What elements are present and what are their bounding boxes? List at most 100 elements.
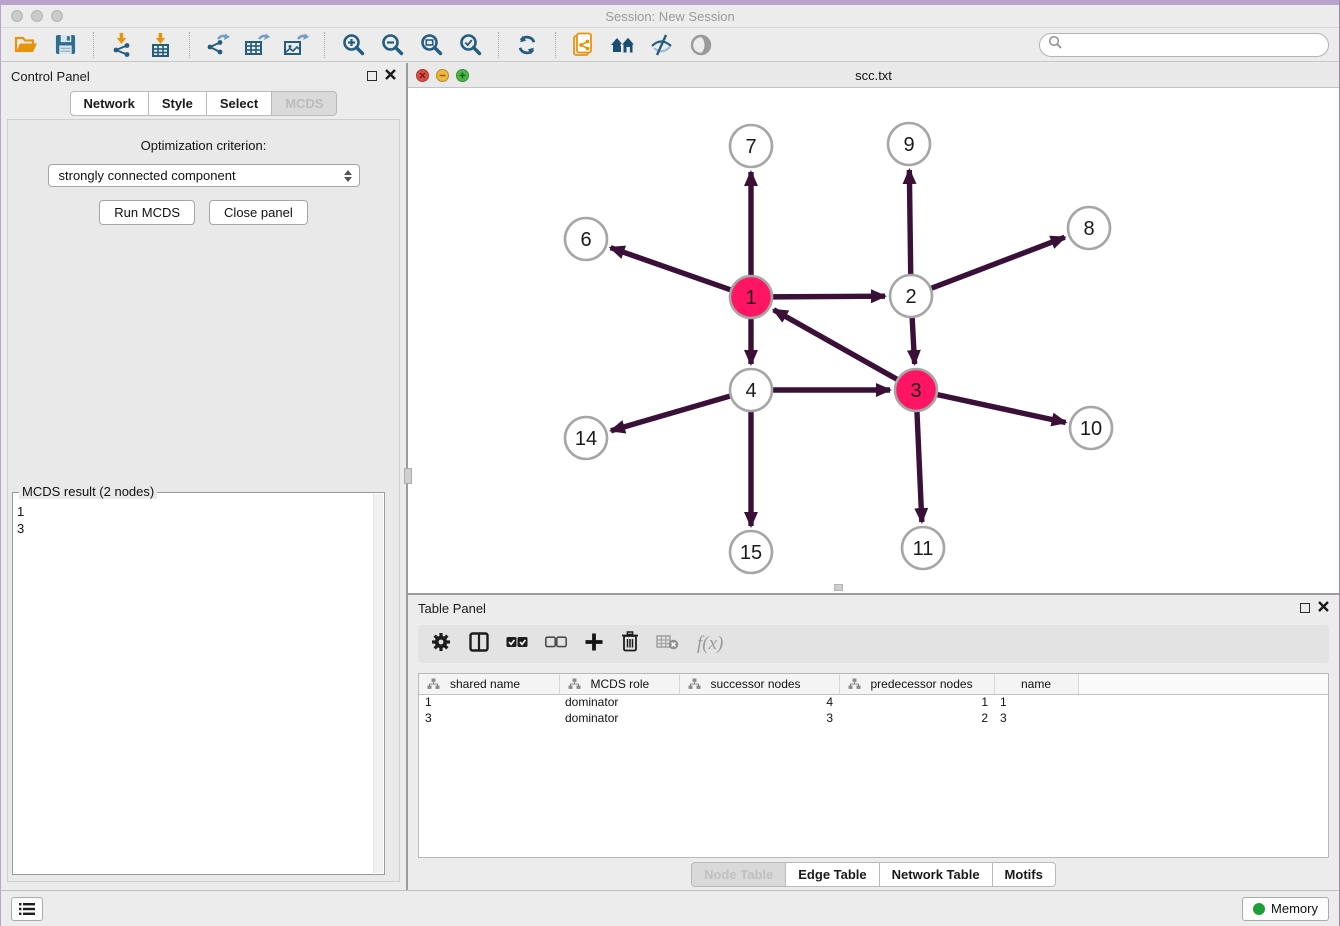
svg-text:10: 10: [1080, 418, 1102, 440]
svg-text:8: 8: [1083, 218, 1094, 240]
tab-edge-table[interactable]: Edge Table: [785, 862, 879, 887]
gear-icon[interactable]: [430, 631, 452, 658]
columns-icon[interactable]: [469, 632, 489, 657]
network-view-window: scc.txt 7968124314101511: [408, 63, 1339, 595]
delete-table-icon: [656, 633, 680, 656]
control-panel-header: Control Panel: [1, 63, 406, 89]
float-panel-icon[interactable]: [367, 71, 377, 81]
column-header-successor-nodes[interactable]: successor nodes: [679, 674, 839, 694]
float-panel-icon[interactable]: [1300, 603, 1310, 613]
close-panel-icon[interactable]: [1318, 599, 1329, 617]
graph-node-1: 1: [730, 276, 772, 318]
splitter-handle[interactable]: [404, 468, 412, 484]
tab-motifs[interactable]: Motifs: [992, 862, 1056, 887]
network-graph: 7968124314101511: [408, 88, 1338, 593]
network-canvas[interactable]: 7968124314101511: [408, 88, 1339, 593]
export-table-icon[interactable]: [242, 31, 272, 59]
table-panel-header: Table Panel: [408, 595, 1339, 621]
mcds-panel: Optimization criterion: strongly connect…: [7, 119, 400, 882]
svg-text:7: 7: [745, 136, 756, 158]
import-table-icon[interactable]: [146, 31, 176, 59]
search-field[interactable]: [1039, 33, 1329, 57]
import-network-icon[interactable]: [107, 31, 137, 59]
export-network-icon[interactable]: [203, 31, 233, 59]
svg-text:9: 9: [903, 134, 914, 156]
houses-icon[interactable]: [608, 31, 638, 59]
open-folder-icon[interactable]: [11, 31, 41, 59]
main-toolbar: [1, 28, 1339, 62]
column-header-predecessor-nodes[interactable]: predecessor nodes: [839, 674, 994, 694]
export-image-icon[interactable]: [281, 31, 311, 59]
svg-text:15: 15: [740, 542, 762, 564]
refresh-icon[interactable]: [512, 31, 542, 59]
zoom-fit-content-icon[interactable]: [416, 31, 446, 59]
zoom-selected-icon[interactable]: [455, 31, 485, 59]
column-header-name[interactable]: name: [994, 674, 1078, 694]
svg-text:3: 3: [910, 380, 921, 402]
svg-text:2: 2: [905, 286, 916, 308]
tab-select[interactable]: Select: [206, 91, 272, 116]
task-history-button[interactable]: [11, 897, 43, 921]
zoom-out-icon[interactable]: [377, 31, 407, 59]
deselect-all-checkboxes-icon[interactable]: [545, 635, 567, 653]
mcds-result-text[interactable]: 1 3: [17, 503, 372, 872]
svg-text:1: 1: [745, 287, 756, 309]
dropdown-value: strongly connected component: [59, 168, 236, 183]
memory-label: Memory: [1271, 901, 1318, 916]
toolbar-separator: [189, 32, 190, 58]
table-body: 1dominator4113dominator323: [419, 694, 1328, 726]
graph-node-11: 11: [902, 527, 944, 569]
window-title: Session: New Session: [1, 9, 1339, 24]
application-window: Session: New Session Control: [0, 0, 1340, 926]
toolbar-separator: [498, 32, 499, 58]
add-icon[interactable]: [584, 632, 604, 657]
select-all-checkboxes-icon[interactable]: [506, 635, 528, 653]
result-scrollbar[interactable]: [373, 494, 383, 873]
table-toolbar: f(x): [418, 625, 1329, 663]
graph-node-4: 4: [730, 369, 772, 411]
table-row[interactable]: 3dominator323: [419, 710, 1328, 726]
control-panel: Control Panel Network Style Select MCDS …: [1, 63, 408, 890]
graph-node-15: 15: [730, 531, 772, 573]
trash-icon[interactable]: [621, 631, 639, 657]
svg-text:4: 4: [745, 380, 756, 402]
table-panel-title: Table Panel: [418, 601, 486, 616]
mcds-result-title: MCDS result (2 nodes): [19, 484, 157, 499]
optimization-criterion-select[interactable]: strongly connected component: [48, 164, 360, 187]
function-fx-icon: f(x): [697, 633, 723, 655]
tab-node-table[interactable]: Node Table: [691, 862, 786, 887]
toolbar-separator: [324, 32, 325, 58]
tab-network-table[interactable]: Network Table: [879, 862, 993, 887]
svg-text:11: 11: [913, 538, 934, 560]
graph-node-2: 2: [890, 275, 932, 317]
run-mcds-button[interactable]: Run MCDS: [99, 200, 195, 225]
tab-style[interactable]: Style: [148, 91, 207, 116]
tab-mcds[interactable]: MCDS: [271, 91, 337, 116]
table-row[interactable]: 1dominator411: [419, 694, 1328, 710]
search-icon: [1048, 35, 1062, 54]
clone-network-icon[interactable]: [569, 31, 599, 59]
toolbar-separator: [93, 32, 94, 58]
zoom-in-icon[interactable]: [338, 31, 368, 59]
close-panel-icon[interactable]: [385, 67, 396, 85]
graph-node-3: 3: [895, 369, 937, 411]
control-panel-title: Control Panel: [11, 69, 90, 84]
dropdown-stepper-icon: [341, 167, 355, 184]
column-header-filler: [1078, 674, 1328, 694]
graph-node-7: 7: [730, 125, 772, 167]
graph-node-9: 9: [888, 123, 930, 165]
save-icon[interactable]: [50, 31, 80, 59]
node-table[interactable]: shared name MCDS role successor nodes pr…: [418, 673, 1329, 858]
memory-button[interactable]: Memory: [1242, 897, 1329, 921]
tab-network[interactable]: Network: [70, 91, 149, 116]
network-hscrollbar-thumb[interactable]: [834, 584, 843, 591]
svg-text:6: 6: [580, 229, 591, 251]
search-input[interactable]: [1066, 38, 1320, 52]
graph-node-10: 10: [1070, 407, 1112, 449]
eye-slash-icon[interactable]: [647, 31, 677, 59]
column-header-mcds-role[interactable]: MCDS role: [559, 674, 679, 694]
optimization-criterion-label: Optimization criterion:: [141, 138, 267, 153]
mcds-result-groupbox: MCDS result (2 nodes) 1 3: [12, 492, 385, 875]
close-panel-button[interactable]: Close panel: [209, 200, 308, 225]
column-header-shared-name[interactable]: shared name: [419, 674, 559, 694]
